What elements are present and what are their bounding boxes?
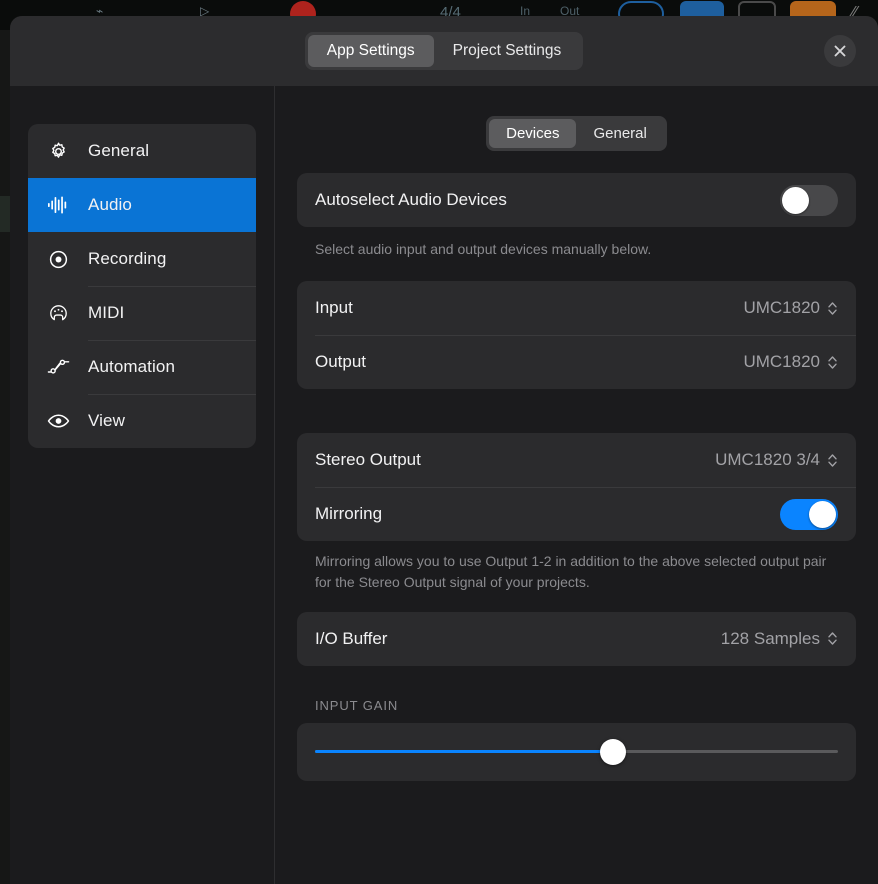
- autoselect-toggle[interactable]: [780, 184, 838, 216]
- input-value-wrap[interactable]: UMC1820: [743, 298, 838, 318]
- chevron-updown-icon: [828, 632, 837, 646]
- io-buffer-row[interactable]: I/O Buffer 128 Samples: [297, 612, 856, 666]
- output-device-row[interactable]: Output UMC1820: [297, 335, 856, 389]
- sidebar-item-label: MIDI: [88, 303, 125, 322]
- io-buffer-value: 128 Samples: [720, 628, 820, 648]
- mirroring-label: Mirroring: [315, 504, 383, 524]
- chevron-updown-icon: [828, 454, 837, 467]
- autoselect-card: Autoselect Audio Devices: [297, 173, 856, 227]
- toggle-knob: [809, 500, 836, 528]
- tab-app-settings[interactable]: App Settings: [307, 35, 434, 67]
- autoselect-helper-text: Select audio input and output devices ma…: [315, 241, 652, 257]
- input-device-row[interactable]: Input UMC1820: [297, 281, 856, 335]
- sidebar: General Audio Recording MIDI Automation …: [10, 86, 275, 884]
- divider: [88, 394, 256, 395]
- sidebar-item-label: Automation: [88, 357, 175, 376]
- autoselect-row[interactable]: Autoselect Audio Devices: [297, 173, 856, 227]
- devices-card: Input UMC1820 Output UMC1820: [297, 281, 856, 390]
- settings-content: Devices General Autoselect Audio Devices…: [275, 86, 878, 884]
- tab-devices[interactable]: Devices: [489, 119, 577, 148]
- sidebar-item-label: Audio: [88, 195, 132, 214]
- sidebar-item-midi[interactable]: MIDI: [28, 286, 256, 340]
- view-switch-wrapper: Devices General: [297, 116, 856, 151]
- sidebar-item-general[interactable]: General: [28, 124, 256, 178]
- gear-icon: [42, 139, 74, 163]
- midi-port-icon: [42, 301, 74, 325]
- input-gain-slider[interactable]: [315, 738, 838, 765]
- settings-dialog: App Settings Project Settings General Au…: [10, 16, 878, 884]
- toggle-knob: [782, 186, 809, 214]
- mirroring-row[interactable]: Mirroring: [297, 487, 856, 541]
- autoselect-label: Autoselect Audio Devices: [315, 190, 507, 209]
- background-left-strip: [0, 30, 10, 884]
- sidebar-item-automation[interactable]: Automation: [28, 340, 256, 394]
- record-icon: [42, 247, 74, 271]
- sidebar-item-audio[interactable]: Audio: [28, 178, 256, 232]
- dialog-header: App Settings Project Settings: [10, 16, 878, 86]
- sidebar-item-label: View: [88, 411, 125, 430]
- scope-segmented-control[interactable]: App Settings Project Settings: [304, 32, 584, 70]
- stereo-output-card: Stereo Output UMC1820 3/4 Mirroring: [297, 433, 856, 542]
- sidebar-item-recording[interactable]: Recording: [28, 232, 256, 286]
- divider: [88, 340, 256, 341]
- tab-general[interactable]: General: [576, 119, 663, 148]
- slider-thumb[interactable]: [600, 738, 627, 765]
- io-buffer-value-wrap[interactable]: 128 Samples: [721, 629, 838, 649]
- stereo-output-value-wrap[interactable]: UMC1820 3/4: [715, 450, 838, 470]
- automation-icon: [42, 355, 74, 379]
- input-value: UMC1820: [743, 298, 820, 318]
- io-buffer-card: I/O Buffer 128 Samples: [297, 611, 856, 666]
- sidebar-item-view[interactable]: View: [28, 394, 256, 448]
- sidebar-nav: General Audio Recording MIDI Automation …: [28, 124, 256, 448]
- stereo-output-label: Stereo Output: [315, 450, 421, 470]
- close-icon: [834, 45, 846, 57]
- input-gain-caption: INPUT GAIN: [315, 697, 399, 713]
- output-label: Output: [315, 352, 367, 372]
- divider: [88, 286, 256, 287]
- background-track-block: [0, 196, 10, 232]
- input-gain-card: [297, 722, 856, 781]
- eye-icon: [42, 409, 74, 433]
- waveform-icon: [42, 193, 74, 217]
- tab-project-settings[interactable]: Project Settings: [434, 35, 581, 67]
- stereo-output-row[interactable]: Stereo Output UMC1820 3/4: [297, 433, 856, 487]
- chevron-updown-icon: [828, 356, 837, 369]
- output-value-wrap[interactable]: UMC1820: [743, 352, 838, 372]
- sidebar-item-label: General: [88, 141, 150, 160]
- dialog-body: General Audio Recording MIDI Automation …: [10, 86, 878, 884]
- stereo-output-value: UMC1820 3/4: [715, 450, 820, 470]
- chevron-updown-icon: [828, 302, 837, 315]
- io-buffer-label: I/O Buffer: [315, 628, 388, 648]
- input-label: Input: [315, 298, 353, 318]
- mirroring-toggle[interactable]: [780, 498, 838, 530]
- slider-fill: [315, 750, 614, 754]
- output-value: UMC1820: [743, 352, 820, 372]
- close-button[interactable]: [824, 35, 856, 67]
- sidebar-item-label: Recording: [88, 249, 167, 268]
- view-segmented-control[interactable]: Devices General: [486, 116, 667, 151]
- mirroring-helper-text: Mirroring allows you to use Output 1-2 i…: [315, 553, 827, 590]
